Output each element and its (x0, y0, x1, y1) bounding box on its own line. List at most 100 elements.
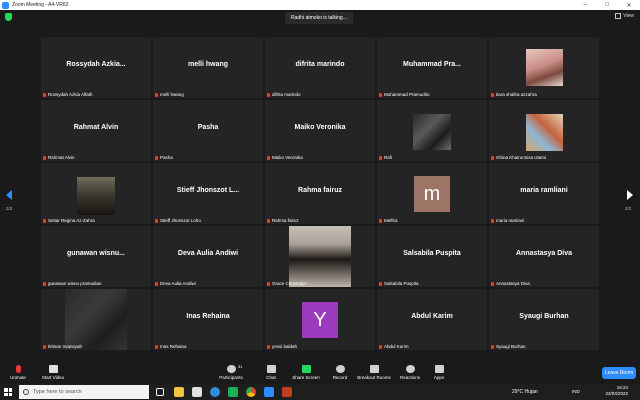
participant-tile[interactable]: gunawan wisnu... gunawan wisnu pramudian (41, 226, 151, 287)
participant-name: Inas Rehaina (186, 313, 230, 320)
participant-tile[interactable]: Rahma fairuz Rahma fairuz (265, 163, 375, 224)
participant-tile[interactable]: Maiko Veronika Maiko Veronika (265, 100, 375, 161)
participant-label: melli hwang (160, 92, 184, 97)
chat-label: Chat (266, 375, 276, 380)
chat-icon (266, 365, 276, 373)
participants-count: 31 (238, 364, 243, 369)
participant-tile[interactable]: maria ramliani maria ramliani (489, 163, 599, 224)
mic-muted-icon (155, 155, 158, 160)
meeting-top-bar: Radhi atmoko is talking... View (0, 10, 640, 26)
participant-name: Muhammad Pra... (403, 61, 461, 68)
participant-tile[interactable]: Rossydah Azkia... Rossydah Azkia Alfath (41, 37, 151, 98)
chrome-icon[interactable] (246, 387, 256, 397)
participant-tile[interactable]: Ghina Khairunnisa Utami (489, 100, 599, 161)
participant-tile[interactable]: Stieff Jhonszot L... Stieff Jhonszot Loh… (153, 163, 263, 224)
search-placeholder: Type here to search (33, 389, 82, 395)
participant-tile[interactable]: Grace Chrystalyn (265, 226, 375, 287)
maximize-button[interactable]: □ (596, 2, 618, 8)
unmute-button[interactable]: Unmute (6, 363, 30, 380)
participant-tile[interactable]: Salsabila Puspita Salsabila Puspita (377, 226, 487, 287)
participant-label: Deva Aulia Andiwi (160, 281, 196, 286)
zoom-app-icon (2, 1, 9, 9)
participant-tile[interactable]: Abdul Karim Abdul Karim (377, 289, 487, 350)
participant-label: difrita marindo (272, 92, 301, 97)
windows-taskbar: Type here to search 29°C Hujan IND 16:24… (0, 384, 640, 400)
powerpoint-icon[interactable] (282, 387, 292, 397)
weather-status[interactable]: 29°C Hujan (512, 384, 538, 400)
mic-muted-icon (43, 155, 46, 160)
page-indicator-left: 2/2 (6, 206, 13, 211)
unmute-label: Unmute (10, 375, 26, 380)
profile-photo (526, 114, 563, 151)
mic-muted-icon (155, 218, 158, 223)
leave-room-button[interactable]: Leave Room (602, 367, 636, 379)
breakout-rooms-button[interactable]: Breakout Rooms (355, 363, 393, 380)
video-feed (65, 289, 127, 350)
security-shield-icon[interactable] (5, 13, 12, 21)
participant-tile[interactable]: Muhammad Pra... Muhammad Pramudito (377, 37, 487, 98)
chat-button[interactable]: Chat (261, 363, 281, 380)
excel-icon[interactable] (228, 387, 238, 397)
windows-start-icon[interactable] (4, 388, 12, 396)
participant-tile[interactable]: difrita marindo difrita marindo (265, 37, 375, 98)
taskbar-clock[interactable]: 16:24 23/03/2022 (605, 385, 628, 397)
view-button[interactable]: View (615, 13, 634, 19)
participant-tile[interactable]: Setiar Regina Az-Zahra (41, 163, 151, 224)
taskbar-search-box[interactable]: Type here to search (19, 385, 149, 399)
mic-muted-icon (43, 218, 46, 223)
mic-muted-icon (491, 92, 494, 97)
share-screen-button[interactable]: Share Screen (290, 363, 322, 380)
participant-name: Rossydah Azkia... (66, 61, 126, 68)
apps-label: Apps (433, 375, 445, 380)
participant-tile[interactable]: melli hwang melli hwang (153, 37, 263, 98)
participant-name: Maiko Veronika (294, 124, 346, 131)
minimize-button[interactable]: – (574, 2, 596, 8)
previous-page-arrow-icon[interactable] (6, 190, 12, 200)
participant-tile[interactable]: Y yessi baldah (265, 289, 375, 350)
start-video-button[interactable]: Start Video (38, 363, 68, 380)
participant-tile[interactable]: m Melfira (377, 163, 487, 224)
mic-muted-icon (267, 344, 270, 349)
participant-tile[interactable]: Syaugi Burhan Syaugi Burhan (489, 289, 599, 350)
participant-tile[interactable]: tiara shafira azzahra (489, 37, 599, 98)
record-icon (335, 365, 345, 373)
reactions-button[interactable]: Reactions (397, 363, 423, 380)
zoom-taskbar-icon[interactable] (264, 387, 274, 397)
mic-muted-icon (491, 281, 494, 286)
file-explorer-icon[interactable] (174, 387, 184, 397)
participant-tile[interactable]: Ikhsan Irvansyah (41, 289, 151, 350)
breakout-rooms-icon (369, 365, 379, 373)
participant-label: Annastasya Diva (496, 281, 530, 286)
participant-tile[interactable]: Pasha Pasha (153, 100, 263, 161)
mic-muted-icon (267, 281, 270, 286)
participant-name: maria ramliani (520, 187, 568, 194)
participants-label: Participants (219, 375, 243, 380)
participants-icon (226, 365, 236, 373)
task-view-icon[interactable] (156, 388, 164, 396)
word-icon[interactable] (192, 387, 202, 397)
language-indicator[interactable]: IND (572, 384, 580, 400)
apps-button[interactable]: Apps (428, 363, 450, 380)
edge-icon[interactable] (210, 387, 220, 397)
profile-photo (526, 49, 563, 86)
close-window-button[interactable]: ✕ (618, 2, 640, 9)
share-screen-icon (301, 365, 311, 373)
participant-tile[interactable]: Inas Rehaina Inas Rehaina (153, 289, 263, 350)
participant-label: Stieff Jhonszot Loho (160, 218, 201, 223)
record-label: Record (332, 375, 348, 380)
participant-tile[interactable]: Deva Aulia Andiwi Deva Aulia Andiwi (153, 226, 263, 287)
avatar-letter: Y (302, 302, 338, 338)
apps-icon (434, 365, 444, 373)
mic-muted-icon (155, 281, 158, 286)
participant-label: Muhammad Pramudito (384, 92, 430, 97)
record-button[interactable]: Record (328, 363, 352, 380)
participant-label: Abdul Karim (384, 344, 409, 349)
participant-tile[interactable]: Rafi (377, 100, 487, 161)
participant-label: yessi baldah (272, 344, 298, 349)
participant-tile[interactable]: Annastasya Diva Annastasya Diva (489, 226, 599, 287)
participants-button[interactable]: 31 Participants (216, 363, 246, 380)
participant-name: Abdul Karim (411, 313, 453, 320)
mic-muted-icon (379, 281, 382, 286)
next-page-arrow-icon[interactable] (627, 190, 633, 200)
participant-tile[interactable]: Rahmat Alvin Rahmat Alvin (41, 100, 151, 161)
